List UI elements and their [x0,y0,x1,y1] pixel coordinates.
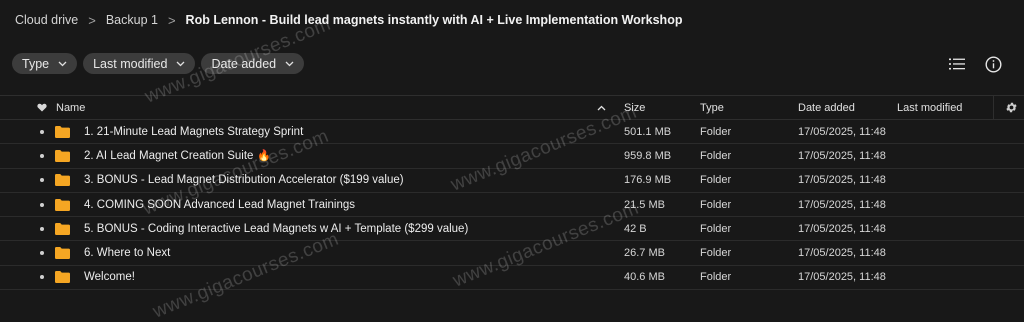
row-dot [37,120,47,143]
row-size: 959.8 MB [624,149,672,162]
row-type: Folder [700,271,732,284]
column-header-type[interactable]: Type [700,96,724,119]
row-name[interactable]: 1. 21-Minute Lead Magnets Strategy Sprin… [84,120,303,143]
folder-icon [55,193,70,216]
row-name[interactable]: 4. COMING SOON Advanced Lead Magnet Trai… [84,193,355,216]
folder-icon [55,241,70,264]
breadcrumb: Cloud drive > Backup 1 > Rob Lennon - Bu… [15,11,682,29]
fire-icon: 🔥 [257,150,272,163]
row-name: 2. AI Lead Magnet Creation Suite [84,149,254,162]
filter-date-added-label: Date added [211,56,277,71]
row-dot [37,193,47,216]
row-size: 42 B [624,222,647,235]
row-dot [37,266,47,289]
favourite-heart-icon[interactable] [37,96,47,119]
row-name-container[interactable]: 2. AI Lead Magnet Creation Suite 🔥 [84,144,271,167]
folder-icon [55,217,70,240]
sort-ascending-icon[interactable] [597,96,606,119]
table-row[interactable]: 6. Where to Next 26.7 MB Folder 17/05/20… [0,241,1024,266]
breadcrumb-separator: > [167,12,176,28]
row-dot [37,217,47,240]
table-row[interactable]: 3. BONUS - Lead Magnet Distribution Acce… [0,169,1024,193]
row-date-added: 17/05/2025, 11:48 [798,271,886,284]
table-row[interactable]: 1. 21-Minute Lead Magnets Strategy Sprin… [0,120,1024,145]
row-date-added: 17/05/2025, 11:48 [798,174,886,187]
filter-type-label: Type [22,56,50,71]
filter-last-modified-label: Last modified [93,56,168,71]
filter-bar: Type Last modified Date added [12,53,305,74]
row-dot [37,169,47,192]
breadcrumb-cloud-drive[interactable]: Cloud drive [15,13,78,27]
row-size: 501.1 MB [624,125,672,138]
folder-icon [55,144,70,167]
table-row[interactable]: 4. COMING SOON Advanced Lead Magnet Trai… [0,193,1024,218]
breadcrumb-backup-1[interactable]: Backup 1 [106,13,158,27]
chevron-down-icon [285,61,294,67]
column-header-size[interactable]: Size [624,96,645,119]
row-dot [37,144,47,167]
row-size: 21.5 MB [624,198,665,211]
filter-type-button[interactable]: Type [12,53,78,74]
row-date-added: 17/05/2025, 11:48 [798,222,886,235]
list-view-icon[interactable] [946,53,968,75]
breadcrumb-separator: > [88,12,96,28]
row-name[interactable]: Welcome! [84,266,135,289]
row-date-added: 17/05/2025, 11:48 [798,149,886,162]
row-name[interactable]: 5. BONUS - Coding Interactive Lead Magne… [84,217,468,240]
column-header-last-modified[interactable]: Last modified [897,96,962,119]
row-date-added: 17/05/2025, 11:48 [798,247,886,260]
info-icon[interactable] [982,53,1004,75]
column-header-date-added[interactable]: Date added [798,96,855,119]
file-table: Name Size Type Date added Last modified … [0,95,1024,291]
row-type: Folder [700,198,732,211]
table-header: Name Size Type Date added Last modified [0,95,1024,120]
row-type: Folder [700,222,732,235]
row-name[interactable]: 6. Where to Next [84,241,170,264]
chevron-down-icon [176,61,185,67]
gear-icon[interactable] [1005,96,1018,119]
filter-date-added-button[interactable]: Date added [201,53,305,74]
row-type: Folder [700,247,732,260]
row-date-added: 17/05/2025, 11:48 [798,198,886,211]
breadcrumb-current-folder: Rob Lennon - Build lead magnets instantl… [185,13,683,27]
table-row[interactable]: 2. AI Lead Magnet Creation Suite 🔥 959.8… [0,144,1024,169]
filter-last-modified-button[interactable]: Last modified [83,53,196,74]
row-size: 176.9 MB [624,174,672,187]
folder-icon [55,120,70,143]
row-name[interactable]: 3. BONUS - Lead Magnet Distribution Acce… [84,169,404,192]
row-date-added: 17/05/2025, 11:48 [798,125,886,138]
folder-icon [55,266,70,289]
table-row[interactable]: 5. BONUS - Coding Interactive Lead Magne… [0,217,1024,242]
row-size: 26.7 MB [624,247,665,260]
row-type: Folder [700,125,732,138]
column-divider [993,96,994,119]
row-dot [37,241,47,264]
column-header-name[interactable]: Name [56,96,85,119]
table-row[interactable]: Welcome! 40.6 MB Folder 17/05/2025, 11:4… [0,266,1024,291]
chevron-down-icon [58,61,67,67]
row-type: Folder [700,174,732,187]
file-browser: Cloud drive > Backup 1 > Rob Lennon - Bu… [0,0,1024,322]
row-type: Folder [700,149,732,162]
row-size: 40.6 MB [624,271,665,284]
folder-icon [55,169,70,192]
